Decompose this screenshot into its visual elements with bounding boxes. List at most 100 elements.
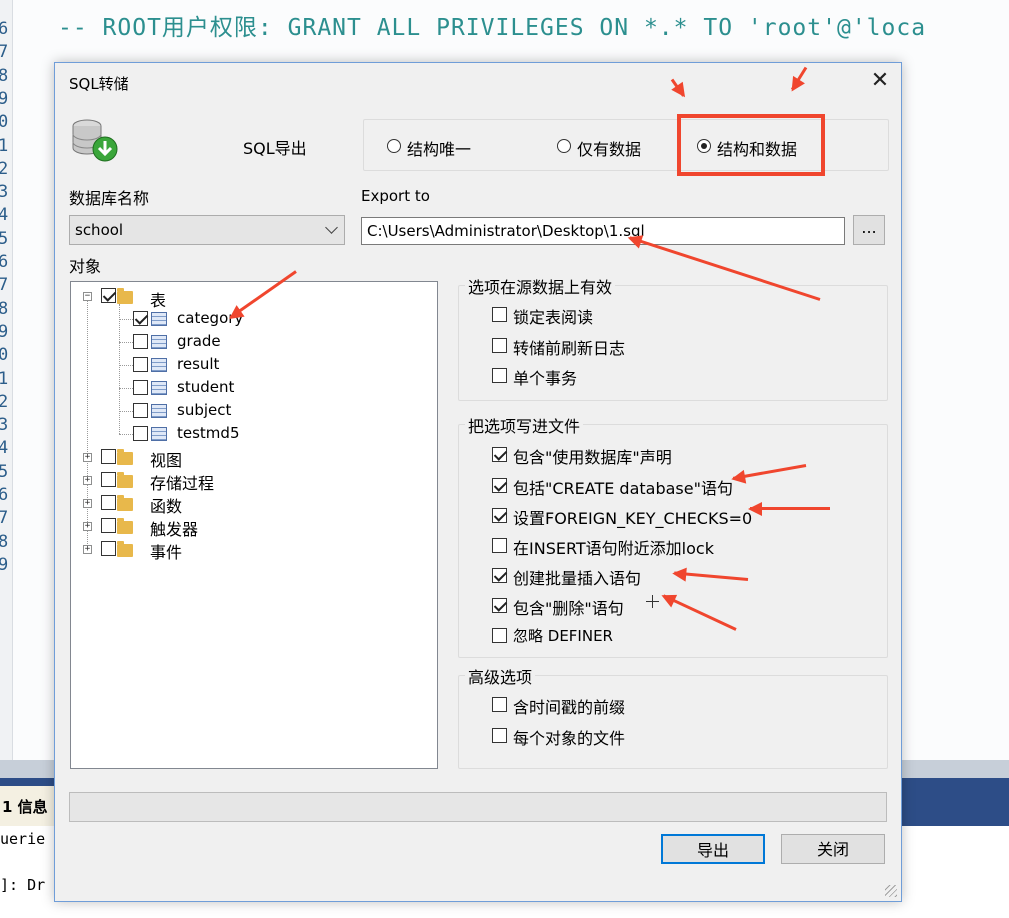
- opt-timestamp-prefix-label: 含时间戳的前缀: [513, 698, 626, 717]
- group-checkbox-events[interactable]: [101, 541, 116, 556]
- advanced-options-title: 高级选项: [465, 664, 536, 688]
- tree-line: [119, 342, 133, 343]
- opt-use-db-checkbox[interactable]: [492, 447, 507, 462]
- resize-grip-icon[interactable]: [885, 885, 897, 897]
- line-number: 9: [0, 321, 9, 342]
- tree-line: [119, 304, 120, 434]
- browse-button[interactable]: ...: [853, 215, 885, 245]
- expand-icon[interactable]: +: [83, 476, 92, 485]
- table-icon: [151, 427, 167, 441]
- line-number: 4: [0, 205, 9, 226]
- radio-structure-and-data[interactable]: [697, 139, 711, 153]
- line-number: 5: [0, 461, 9, 482]
- line-number: 9: [0, 554, 9, 575]
- table-icon: [151, 404, 167, 418]
- line-number: 6: [0, 485, 9, 505]
- tree-line: [119, 319, 133, 320]
- radio-data-only-label: 仅有数据: [577, 140, 642, 159]
- tree-tables-label: 表: [150, 291, 167, 310]
- database-export-icon: [69, 117, 121, 165]
- tree-group-views[interactable]: 视图: [150, 447, 182, 471]
- opt-ignore-definer-label: 忽略 DEFINER: [513, 627, 613, 645]
- radio-data-only[interactable]: [557, 139, 571, 153]
- opt-bulk-insert-checkbox[interactable]: [492, 568, 507, 583]
- opt-insert-lock-label: 在INSERT语句附近添加lock: [513, 539, 714, 558]
- opt-ignore-definer-checkbox[interactable]: [492, 628, 507, 643]
- close-button[interactable]: 关闭: [781, 834, 885, 864]
- object-tree[interactable]: − 表 category grade result student subjec…: [70, 281, 438, 769]
- expand-icon[interactable]: +: [83, 545, 92, 554]
- chevron-down-icon: [325, 221, 338, 234]
- source-options-title: 选项在源数据上有效: [465, 274, 616, 298]
- tree-group-triggers[interactable]: 触发器: [150, 516, 198, 540]
- opt-insert-lock-checkbox[interactable]: [492, 538, 507, 553]
- line-number: 0: [0, 112, 9, 133]
- opt-drop-stmt-checkbox[interactable]: [492, 598, 507, 613]
- line-number: 0: [0, 345, 9, 366]
- folder-icon: [117, 518, 133, 534]
- table-checkbox-category[interactable]: [133, 311, 148, 326]
- close-icon[interactable]: ✕: [865, 69, 895, 95]
- opt-file-per-object-checkbox[interactable]: [492, 728, 507, 743]
- table-item-student[interactable]: student: [177, 378, 234, 396]
- objects-label: 对象: [69, 257, 102, 276]
- opt-timestamp-prefix-checkbox[interactable]: [492, 697, 507, 712]
- tree-line: [119, 388, 133, 389]
- opt-single-transaction-checkbox[interactable]: [492, 368, 507, 383]
- collapse-icon[interactable]: −: [83, 292, 92, 301]
- line-number: 8: [0, 531, 9, 552]
- export-path-input[interactable]: C:\Users\Administrator\Desktop\1.sql: [361, 217, 845, 245]
- progress-bar: [69, 792, 887, 822]
- folder-icon: [117, 449, 133, 465]
- table-item-result[interactable]: result: [177, 355, 219, 373]
- line-number: 1: [0, 135, 9, 156]
- sql-dump-dialog: SQL转储 ✕ SQL导出 结构唯一 仅有数据 结构和数据 数据库名称 scho…: [54, 62, 902, 902]
- tables-checkbox[interactable]: [101, 288, 116, 303]
- opt-flush-logs-label: 转储前刷新日志: [513, 339, 626, 358]
- radio-structure-only[interactable]: [387, 139, 401, 153]
- table-icon: [151, 335, 167, 349]
- opt-fk-checks-checkbox[interactable]: [492, 508, 507, 523]
- line-number: 5: [0, 228, 9, 249]
- line-number: 6: [0, 19, 9, 39]
- export-label: SQL导出: [243, 139, 307, 158]
- table-item-testmd5[interactable]: testmd5: [177, 424, 239, 442]
- tree-group-functions[interactable]: 函数: [150, 493, 182, 517]
- opt-create-db-label: 包括"CREATE database"语句: [513, 479, 733, 498]
- tree-group-events[interactable]: 事件: [150, 539, 182, 563]
- table-checkbox-subject[interactable]: [133, 403, 148, 418]
- opt-lock-tables-checkbox[interactable]: [492, 307, 507, 322]
- expand-icon[interactable]: +: [83, 499, 92, 508]
- expand-icon[interactable]: +: [83, 522, 92, 531]
- folder-icon: [117, 288, 133, 304]
- group-checkbox-views[interactable]: [101, 449, 116, 464]
- line-number: 9: [0, 88, 9, 109]
- db-select[interactable]: school: [69, 215, 345, 245]
- opt-drop-stmt-label: 包含"删除"语句: [513, 599, 624, 618]
- table-checkbox-student[interactable]: [133, 380, 148, 395]
- table-checkbox-result[interactable]: [133, 357, 148, 372]
- opt-lock-tables-label: 锁定表阅读: [513, 308, 594, 327]
- line-number: 1: [0, 368, 9, 389]
- group-checkbox-procedures[interactable]: [101, 472, 116, 487]
- export-path-value: C:\Users\Administrator\Desktop\1.sql: [367, 222, 645, 240]
- opt-fk-checks-label: 设置FOREIGN_KEY_CHECKS=0: [513, 509, 753, 528]
- table-icon: [151, 312, 167, 326]
- export-button[interactable]: 导出: [661, 834, 765, 864]
- info-tab[interactable]: 1 信息: [0, 786, 60, 826]
- table-item-subject[interactable]: subject: [177, 401, 231, 419]
- opt-create-db-checkbox[interactable]: [492, 478, 507, 493]
- expand-icon[interactable]: +: [83, 453, 92, 462]
- tree-group-procedures[interactable]: 存储过程: [150, 470, 214, 494]
- opt-flush-logs-checkbox[interactable]: [492, 338, 507, 353]
- group-checkbox-triggers[interactable]: [101, 518, 116, 533]
- table-checkbox-grade[interactable]: [133, 334, 148, 349]
- group-checkbox-functions[interactable]: [101, 495, 116, 510]
- table-item-grade[interactable]: grade: [177, 332, 221, 350]
- table-icon: [151, 381, 167, 395]
- tree-line: [119, 365, 133, 366]
- table-checkbox-testmd5[interactable]: [133, 426, 148, 441]
- advanced-options-group: [458, 675, 888, 769]
- line-number: 7: [0, 508, 9, 529]
- line-number: 4: [0, 438, 9, 459]
